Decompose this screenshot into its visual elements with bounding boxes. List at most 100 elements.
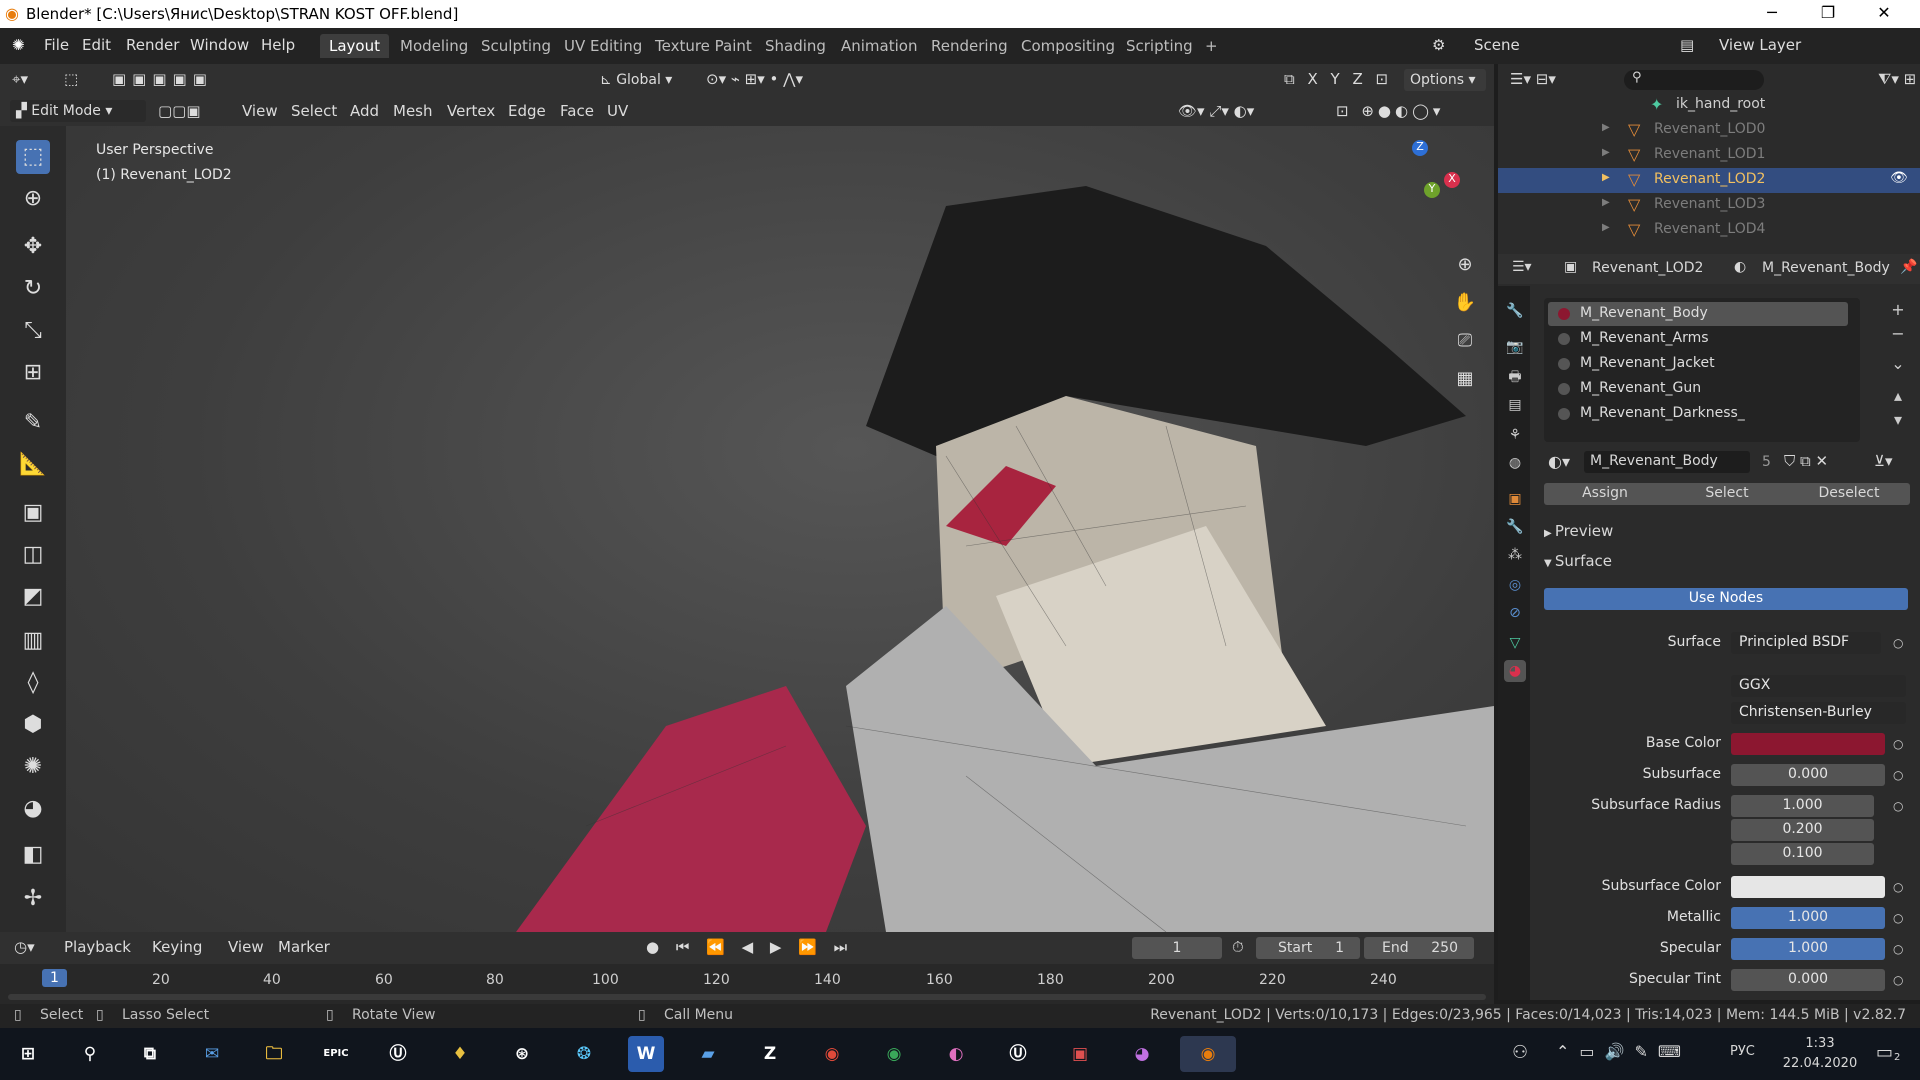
blender-menu-icon[interactable]: ✺: [12, 36, 25, 54]
windows-start-icon[interactable]: ⊞: [10, 1036, 46, 1072]
socket-dot-icon[interactable]: ○: [1893, 799, 1903, 813]
surface-shader-dropdown[interactable]: Principled BSDF: [1731, 632, 1881, 654]
cursor-tool-icon[interactable]: ⊕: [16, 182, 50, 216]
inset-tool-icon[interactable]: ◫: [16, 538, 50, 572]
extrude-tool-icon[interactable]: ▣: [16, 496, 50, 530]
mode-dropdown[interactable]: ▞ Edit Mode ▾: [10, 100, 146, 122]
selection-mode-icons[interactable]: ▣▣▣▣▣: [112, 70, 213, 88]
tool-tab-icon[interactable]: 🔧: [1504, 300, 1526, 322]
end-frame-field[interactable]: End 250: [1364, 937, 1474, 959]
view-layer-name[interactable]: View Layer: [1719, 36, 1801, 54]
steam-icon[interactable]: ⊛: [504, 1036, 540, 1072]
github-icon[interactable]: ◕: [1124, 1036, 1160, 1072]
mirror-axis-icons[interactable]: ⧉ X Y Z ⊡: [1284, 70, 1392, 88]
specular-tint-field[interactable]: 0.000: [1731, 969, 1885, 991]
camera-icon[interactable]: ⎚: [1450, 322, 1480, 360]
editor-type-icon[interactable]: ⌖▾: [12, 70, 28, 88]
bevel-tool-icon[interactable]: ◩: [16, 580, 50, 614]
shading-mode-icons[interactable]: ⊡ ⊕●◐◯▾: [1336, 102, 1444, 120]
app-icon[interactable]: ♦: [442, 1036, 478, 1072]
socket-dot-icon[interactable]: ○: [1893, 636, 1903, 650]
outliner-funnel-icon[interactable]: ⧨▾ ⊞: [1878, 70, 1916, 88]
select-mode-buttons[interactable]: ▢▢▣: [158, 102, 201, 120]
shrink-fatten-tool-icon[interactable]: ✢: [16, 882, 50, 916]
orientation-dropdown[interactable]: ⊾ Global ▾: [594, 69, 690, 91]
menu-keying[interactable]: Keying: [152, 938, 202, 956]
tab-rendering[interactable]: Rendering: [922, 34, 1017, 58]
current-frame-field[interactable]: 1: [1132, 937, 1222, 959]
menu-playback[interactable]: Playback: [64, 938, 131, 956]
render-tab-icon[interactable]: 📷: [1504, 336, 1526, 358]
menu-edit[interactable]: Edit: [82, 36, 111, 54]
subsurface-method-dropdown[interactable]: Christensen-Burley: [1731, 702, 1906, 724]
base-color-swatch[interactable]: [1731, 733, 1885, 755]
chrome-icon[interactable]: ◉: [814, 1036, 850, 1072]
mail-icon[interactable]: ✉: [194, 1036, 230, 1072]
smooth-tool-icon[interactable]: ◕: [16, 792, 50, 826]
properties-type-icon[interactable]: ☰▾: [1512, 259, 1532, 275]
data-tab-icon[interactable]: ▽: [1504, 632, 1526, 654]
modifier-tab-icon[interactable]: 🔧: [1504, 516, 1526, 538]
language-indicator[interactable]: РУС: [1730, 1044, 1755, 1059]
object-tab-icon[interactable]: ▣: [1504, 488, 1526, 510]
select-box-tool-icon[interactable]: ⬚: [16, 140, 50, 174]
move-down-icon[interactable]: ▾: [1886, 408, 1910, 432]
playback-controls[interactable]: ● ⏮ ⏪ ◀ ▶ ⏩ ⏭: [646, 938, 853, 956]
menu-select[interactable]: Select: [291, 102, 337, 120]
chrome-icon[interactable]: ◉: [876, 1036, 912, 1072]
slot-side-buttons[interactable]: + − ⌄ ▴ ▾: [1886, 298, 1910, 432]
tab-texture-paint[interactable]: Texture Paint: [646, 34, 761, 58]
app-icon[interactable]: ◐: [938, 1036, 974, 1072]
menu-render[interactable]: Render: [126, 36, 179, 54]
menu-face[interactable]: Face: [560, 102, 594, 120]
epic-games-icon[interactable]: EPIC: [318, 1036, 354, 1072]
unreal-engine-icon[interactable]: Ⓤ: [380, 1036, 416, 1072]
view-layer-tab-icon[interactable]: ▤: [1504, 394, 1526, 416]
app-icon[interactable]: ▣: [1062, 1036, 1098, 1072]
socket-dot-icon[interactable]: ○: [1893, 973, 1903, 987]
tab-scripting[interactable]: Scripting: [1117, 34, 1202, 58]
loop-cut-tool-icon[interactable]: ▥: [16, 624, 50, 658]
app-icon[interactable]: ❂: [566, 1036, 602, 1072]
stopwatch-icon[interactable]: ⏱: [1232, 938, 1244, 956]
options-dropdown[interactable]: Options ▾: [1404, 69, 1486, 91]
subsurface-radius-y[interactable]: 0.200: [1731, 819, 1874, 841]
tab-animation[interactable]: Animation: [832, 34, 926, 58]
menu-marker[interactable]: Marker: [278, 938, 330, 956]
word-icon[interactable]: W: [628, 1036, 664, 1072]
metallic-slider[interactable]: 1.000: [1731, 907, 1885, 929]
timeline-editor-icon[interactable]: ◷▾: [14, 938, 35, 956]
visibility-eye-icon[interactable]: 👁: [1890, 170, 1908, 186]
menu-vertex[interactable]: Vertex: [447, 102, 495, 120]
overlay-visibility-icons[interactable]: 👁▾ ⤢▾ ◐▾: [1178, 102, 1254, 120]
remove-slot-icon[interactable]: −: [1886, 322, 1910, 346]
scale-tool-icon[interactable]: ⤡: [16, 314, 50, 348]
socket-dot-icon[interactable]: ○: [1893, 880, 1903, 894]
start-frame-field[interactable]: Start 1: [1256, 937, 1360, 959]
zbrush-icon[interactable]: Z: [752, 1036, 788, 1072]
tab-uv-editing[interactable]: UV Editing: [555, 34, 651, 58]
unreal-engine-icon[interactable]: Ⓤ: [1000, 1036, 1036, 1072]
socket-dot-icon[interactable]: ○: [1893, 768, 1903, 782]
menu-view[interactable]: View: [242, 102, 278, 120]
physics-tab-icon[interactable]: ◎: [1504, 574, 1526, 596]
measure-tool-icon[interactable]: 📐: [16, 448, 50, 482]
tray-icons[interactable]: ⌃▭🔊✎⌨: [1556, 1042, 1691, 1061]
clock[interactable]: 1:33 22.04.2020: [1780, 1034, 1860, 1074]
menu-add[interactable]: Add: [350, 102, 379, 120]
search-icon[interactable]: ⚲: [72, 1036, 108, 1072]
menu-mesh[interactable]: Mesh: [393, 102, 433, 120]
socket-dot-icon[interactable]: ○: [1893, 911, 1903, 925]
socket-dot-icon[interactable]: ○: [1893, 737, 1903, 751]
subsurface-radius-x[interactable]: 1.000: [1731, 795, 1874, 817]
menu-uv[interactable]: UV: [607, 102, 628, 120]
pin-icon[interactable]: 📌: [1900, 259, 1917, 275]
scene-icon[interactable]: ⚙: [1432, 36, 1445, 54]
grid-icon[interactable]: ▦: [1450, 360, 1480, 398]
material-action-icons[interactable]: ⛉ ⧉ ✕: [1784, 452, 1828, 470]
gizmo-x-axis[interactable]: X: [1444, 172, 1460, 188]
tab-sculpting[interactable]: Sculpting: [472, 34, 560, 58]
scene-tab-icon[interactable]: ⚘: [1504, 424, 1526, 446]
navigation-gizmo[interactable]: Z X Y: [1372, 140, 1482, 230]
scene-name[interactable]: Scene: [1474, 36, 1520, 54]
